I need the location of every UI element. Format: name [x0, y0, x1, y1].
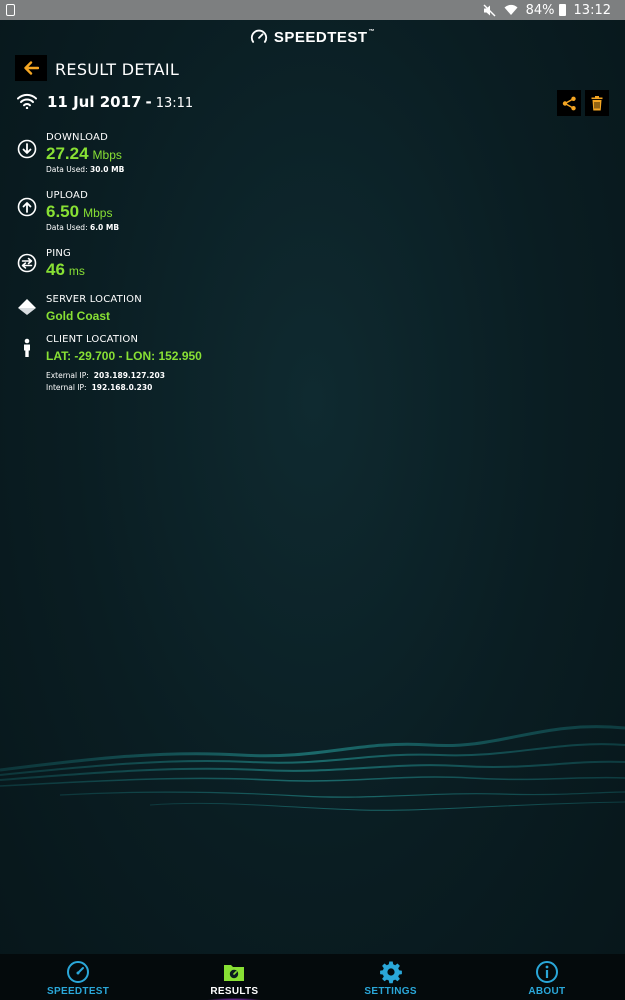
datetime-separator: -: [145, 93, 152, 111]
nav-label-about: ABOUT: [528, 986, 566, 997]
upload-value: 6.50 Mbps: [46, 202, 112, 222]
external-ip-label: External IP:: [46, 371, 89, 380]
trash-icon: [591, 95, 603, 110]
app-header: SPEEDTEST™: [0, 24, 625, 50]
client-location-label: CLIENT LOCATION: [46, 334, 139, 345]
download-data-used: Data Used: 30.0 MB: [46, 165, 124, 174]
test-date: 11 Jul 2017: [47, 93, 142, 111]
nav-label-settings: SETTINGS: [364, 986, 417, 997]
upload-data-used-label: Data Used:: [46, 223, 88, 232]
test-datetime: 11 Jul 2017-13:11: [47, 93, 193, 111]
person-icon: [24, 338, 30, 357]
upload-arrow-icon: [17, 197, 37, 217]
nav-results[interactable]: RESULTS: [156, 954, 312, 1000]
results-folder-icon: [224, 965, 245, 981]
share-button[interactable]: [557, 90, 581, 116]
status-bar: 84% 13:12: [0, 0, 625, 20]
download-label: DOWNLOAD: [46, 132, 108, 143]
trademark: ™: [368, 28, 376, 35]
upload-data-used: Data Used: 6.0 MB: [46, 223, 119, 232]
download-value: 27.24 Mbps: [46, 144, 122, 164]
upload-data-used-value: 6.0 MB: [89, 223, 120, 232]
gear-icon: [379, 961, 402, 984]
upload-label: UPLOAD: [46, 190, 89, 201]
decorative-wave: [0, 725, 625, 811]
ping-latency: 46: [46, 260, 65, 279]
ping-value: 46 ms: [46, 260, 85, 280]
battery-icon: [558, 4, 566, 16]
external-ip-row: External IP: 203.189.127.203: [46, 371, 165, 380]
share-icon: [562, 96, 576, 110]
ping-unit: ms: [68, 264, 85, 278]
speedometer-icon: [67, 961, 90, 983]
client-coordinates: LAT: -29.700 - LON: 152.950: [46, 349, 202, 363]
download-speed: 27.24: [46, 144, 89, 163]
brand-name: SPEEDTEST™: [273, 28, 376, 46]
download-data-used-label: Data Used:: [46, 165, 88, 174]
page-title: RESULT DETAIL: [55, 60, 180, 79]
test-time: 13:11: [155, 96, 194, 111]
nav-speedtest[interactable]: SPEEDTEST: [0, 954, 156, 1000]
arrow-left-icon: [24, 61, 39, 75]
mute-icon: [483, 4, 496, 17]
ping-label: PING: [46, 248, 72, 259]
ping-icon: [17, 253, 37, 273]
internal-ip-value: 192.168.0.230: [91, 383, 153, 392]
back-button[interactable]: [15, 55, 47, 81]
speedtest-logo-icon: [250, 29, 267, 43]
server-pyramid-icon: [18, 299, 36, 315]
download-unit: Mbps: [92, 148, 122, 162]
download-arrow-icon: [17, 139, 37, 159]
wifi-status-icon: [504, 4, 518, 16]
wifi-icon: [17, 93, 37, 109]
nav-label-results: RESULTS: [210, 986, 259, 997]
notification-icon: [6, 4, 15, 16]
server-location-value: Gold Coast: [46, 309, 111, 323]
external-ip-value: 203.189.127.203: [93, 371, 165, 380]
upload-speed: 6.50: [46, 202, 80, 221]
download-data-used-value: 30.0 MB: [89, 165, 125, 174]
delete-button[interactable]: [585, 90, 609, 116]
nav-label-speedtest: SPEEDTEST: [47, 986, 110, 997]
server-location-label: SERVER LOCATION: [46, 294, 142, 305]
upload-unit: Mbps: [83, 206, 113, 220]
bottom-nav: SPEEDTEST RESULTS SETTINGS ABOUT: [0, 954, 625, 1000]
internal-ip-label: Internal IP:: [46, 383, 87, 392]
screen: 84% 13:12 SPEEDTEST™ RESULT DETAIL 11 Ju…: [0, 0, 625, 1000]
nav-about[interactable]: ABOUT: [469, 954, 625, 1000]
internal-ip-row: Internal IP: 192.168.0.230: [46, 383, 152, 392]
info-icon: [535, 961, 558, 983]
nav-settings[interactable]: SETTINGS: [313, 954, 469, 1000]
battery-percent: 84%: [525, 2, 555, 18]
status-time: 13:12: [573, 2, 611, 18]
